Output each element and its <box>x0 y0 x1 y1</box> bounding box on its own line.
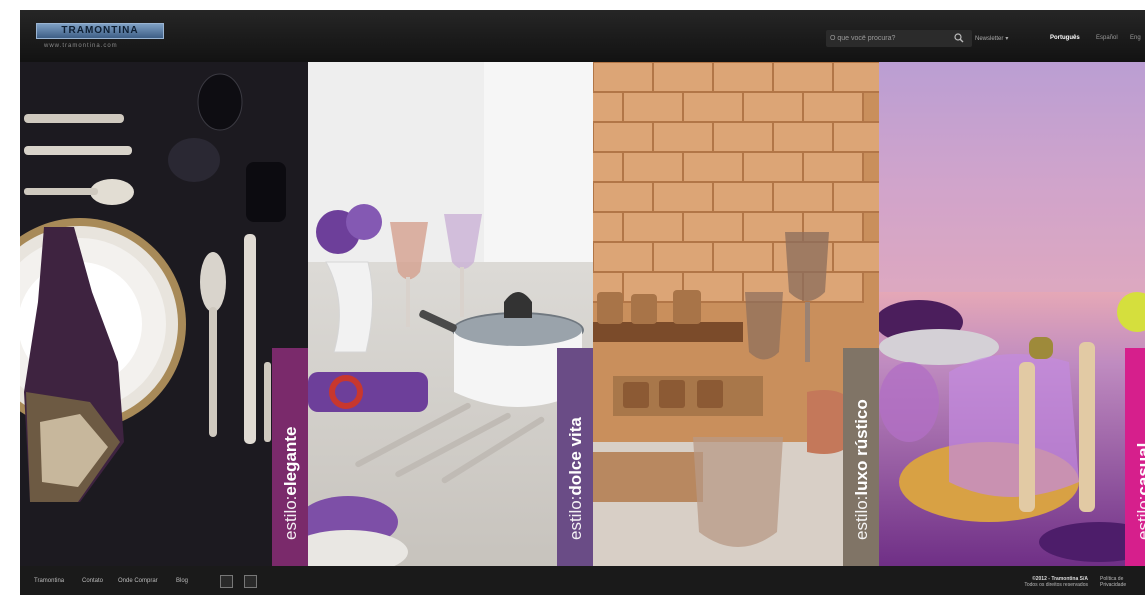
privacy-policy-link[interactable]: Política de Privacidade <box>1100 576 1126 588</box>
search-icon[interactable] <box>954 33 964 43</box>
banner-title: elegante <box>281 426 300 496</box>
panel-estilo-luxo-rustico[interactable]: estilo:luxo rústico <box>593 62 879 566</box>
panel-estilo-dolce-vita[interactable]: estilo:dolce vita <box>308 62 593 566</box>
search-input[interactable] <box>830 31 940 46</box>
brick-wall-image <box>593 62 879 566</box>
social-icon[interactable] <box>244 575 257 588</box>
style-banner: estilo:elegante <box>272 348 308 566</box>
site-header: TRAMONTINA www.tramontina.com Newsletter… <box>20 10 1145 62</box>
banner-title: casual <box>1134 442 1145 496</box>
brand-logo[interactable]: TRAMONTINA <box>36 23 164 39</box>
banner-prefix: estilo <box>566 500 585 540</box>
newsletter-dropdown[interactable]: Newsletter ▾ <box>975 35 1008 42</box>
social-icon[interactable] <box>220 575 233 588</box>
newsletter-label: Newsletter <box>975 36 1004 42</box>
language-portuguese[interactable]: Português <box>1050 35 1080 41</box>
language-english[interactable]: Eng <box>1130 35 1141 41</box>
footer-link-tramontina[interactable]: Tramontina <box>34 578 64 584</box>
copyright-text: ©2012 - Tramontina S/A Todos os direitos … <box>1024 576 1088 588</box>
search-box <box>826 30 972 47</box>
footer-link-blog[interactable]: Blog <box>176 578 188 584</box>
page-frame: TRAMONTINA www.tramontina.com Newsletter… <box>20 10 1145 595</box>
table-setting-image <box>20 73 286 502</box>
footer-link-onde-comprar[interactable]: Onde Comprar <box>118 578 158 584</box>
chevron-down-icon: ▾ <box>1005 36 1009 42</box>
top-white-strip <box>0 0 1145 10</box>
casual-tableware-image <box>879 62 1145 562</box>
panel-estilo-elegante[interactable]: estilo:elegante <box>20 62 308 566</box>
banner-prefix: estilo <box>281 500 300 540</box>
banner-title: dolce vita <box>566 417 585 496</box>
banner-title: luxo rústico <box>852 399 871 496</box>
banner-prefix: estilo <box>852 500 871 540</box>
panel-estilo-casual[interactable]: estilo:casual <box>879 62 1145 566</box>
footer-link-contato[interactable]: Contato <box>82 578 103 584</box>
style-banner: estilo:dolce vita <box>557 348 593 566</box>
style-banner: estilo:luxo rústico <box>843 348 879 566</box>
banner-prefix: estilo <box>1134 500 1145 540</box>
brand-tagline: www.tramontina.com <box>44 43 118 49</box>
site-footer: Tramontina Contato Onde Comprar Blog ©20… <box>20 566 1145 595</box>
style-banner: estilo:casual <box>1125 348 1145 566</box>
language-spanish[interactable]: Español <box>1096 35 1118 41</box>
cookware-image <box>308 62 593 566</box>
